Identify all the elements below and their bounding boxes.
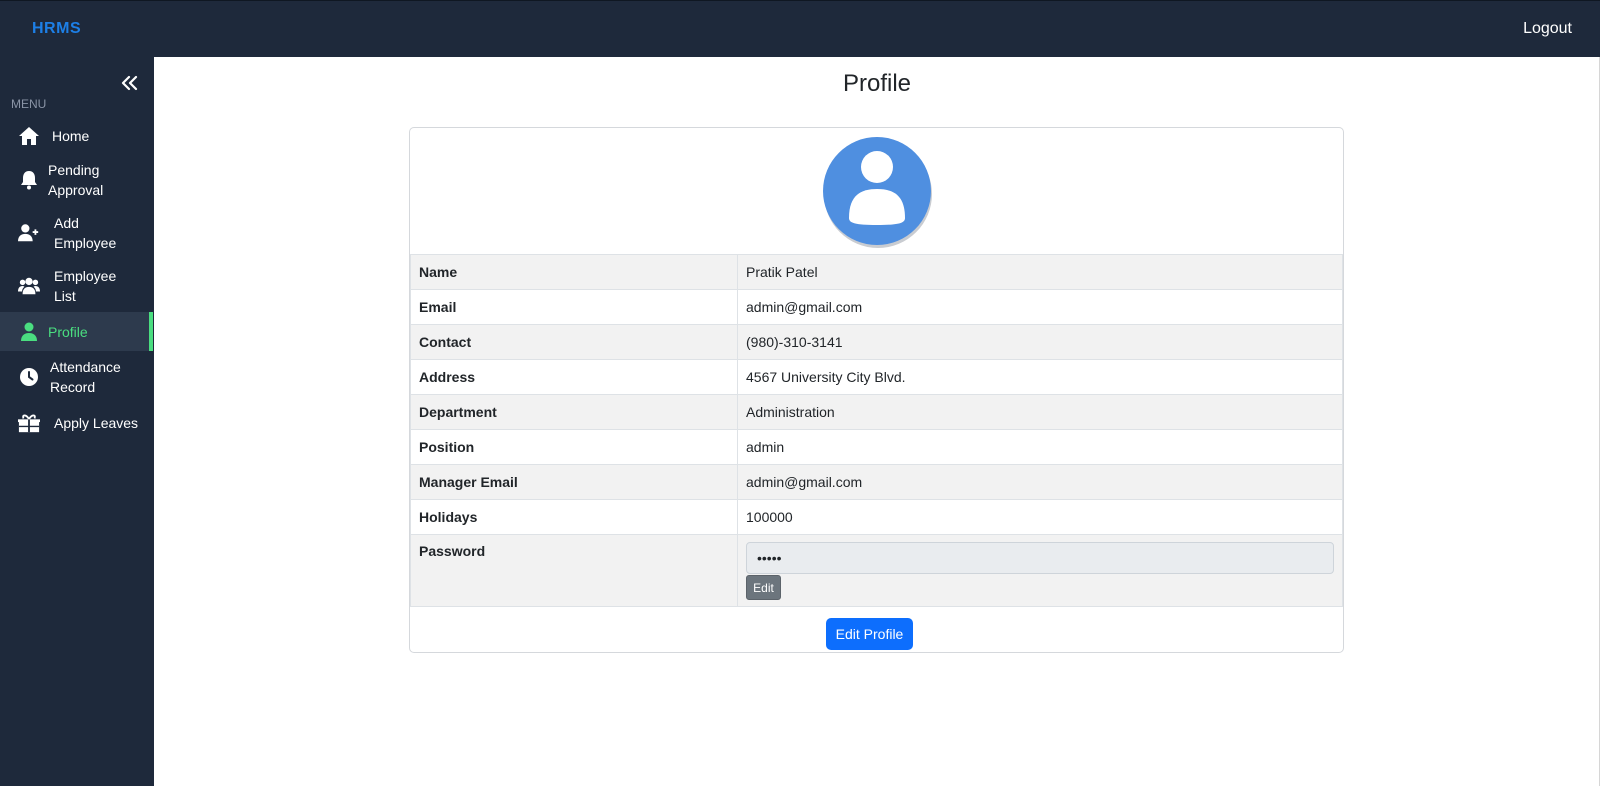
profile-address-value: 4567 University City Blvd. <box>737 359 1343 395</box>
main-content: Profile Name Pratik Patel Email admin@gm… <box>153 57 1600 786</box>
sidebar-item-label: Home <box>52 128 90 144</box>
sidebar-item-label: Attendance Record <box>50 359 121 395</box>
sidebar-item-pending-approval[interactable]: Pending Approval <box>0 160 153 200</box>
sidebar: MENU Home Pending Approval Add Employee … <box>0 57 153 786</box>
users-icon <box>18 275 40 297</box>
sidebar-item-label: Apply Leaves <box>54 415 139 431</box>
sidebar-item-profile[interactable]: Profile <box>0 312 153 351</box>
table-row: Manager Email admin@gmail.com <box>410 464 1343 500</box>
profile-table: Name Pratik Patel Email admin@gmail.com … <box>410 254 1343 607</box>
sidebar-item-label: Employee List <box>54 268 117 304</box>
table-row: Position admin <box>410 429 1343 465</box>
logout-link[interactable]: Logout <box>1523 20 1572 38</box>
profile-address-label: Address <box>410 359 738 395</box>
profile-card: Name Pratik Patel Email admin@gmail.com … <box>409 127 1344 653</box>
sidebar-item-employee-list[interactable]: Employee List <box>0 266 153 306</box>
profile-name-label: Name <box>410 254 738 290</box>
profile-position-value: admin <box>737 429 1343 465</box>
password-field[interactable]: ••••• <box>746 542 1334 574</box>
sidebar-item-add-employee[interactable]: Add Employee <box>0 213 153 253</box>
menu-label: MENU <box>11 97 47 111</box>
sidebar-item-label: Profile <box>48 323 88 340</box>
profile-contact-label: Contact <box>410 324 738 360</box>
home-icon <box>18 125 40 147</box>
top-navbar: HRMS Logout <box>0 0 1600 57</box>
profile-email-value: admin@gmail.com <box>737 289 1343 325</box>
profile-contact-value: (980)-310-3141 <box>737 324 1343 360</box>
sidebar-item-label: Add Employee <box>54 215 117 251</box>
user-plus-icon <box>18 222 40 244</box>
page-title: Profile <box>842 70 912 97</box>
sidebar-item-apply-leaves[interactable]: Apply Leaves <box>0 413 153 433</box>
edit-password-button[interactable]: Edit <box>746 575 781 600</box>
profile-password-cell: ••••• Edit <box>737 534 1343 607</box>
collapse-sidebar-icon[interactable] <box>120 73 140 93</box>
sidebar-item-attendance-record[interactable]: Attendance Record <box>0 357 153 397</box>
profile-holidays-label: Holidays <box>410 499 738 535</box>
gift-icon <box>18 412 40 434</box>
sidebar-item-label: Pending Approval <box>48 162 104 198</box>
avatar-section <box>410 128 1343 254</box>
profile-holidays-value: 100000 <box>737 499 1343 535</box>
clock-icon <box>18 366 40 388</box>
user-icon <box>18 321 40 343</box>
profile-position-label: Position <box>410 429 738 465</box>
sidebar-item-home[interactable]: Home <box>0 121 153 151</box>
profile-manager-email-value: admin@gmail.com <box>737 464 1343 500</box>
profile-email-label: Email <box>410 289 738 325</box>
profile-name-value: Pratik Patel <box>737 254 1343 290</box>
profile-department-label: Department <box>410 394 738 430</box>
profile-manager-email-label: Manager Email <box>410 464 738 500</box>
table-row: Address 4567 University City Blvd. <box>410 359 1343 395</box>
edit-profile-button[interactable]: Edit Profile <box>826 618 913 650</box>
table-row: Department Administration <box>410 394 1343 430</box>
table-row: Holidays 100000 <box>410 499 1343 535</box>
brand-logo[interactable]: HRMS <box>32 20 81 38</box>
table-row: Password ••••• Edit <box>410 534 1343 607</box>
avatar <box>822 136 933 248</box>
bell-icon <box>18 169 40 191</box>
table-row: Contact (980)-310-3141 <box>410 324 1343 360</box>
table-row: Email admin@gmail.com <box>410 289 1343 325</box>
profile-password-label: Password <box>410 534 738 607</box>
table-row: Name Pratik Patel <box>410 254 1343 290</box>
profile-department-value: Administration <box>737 394 1343 430</box>
